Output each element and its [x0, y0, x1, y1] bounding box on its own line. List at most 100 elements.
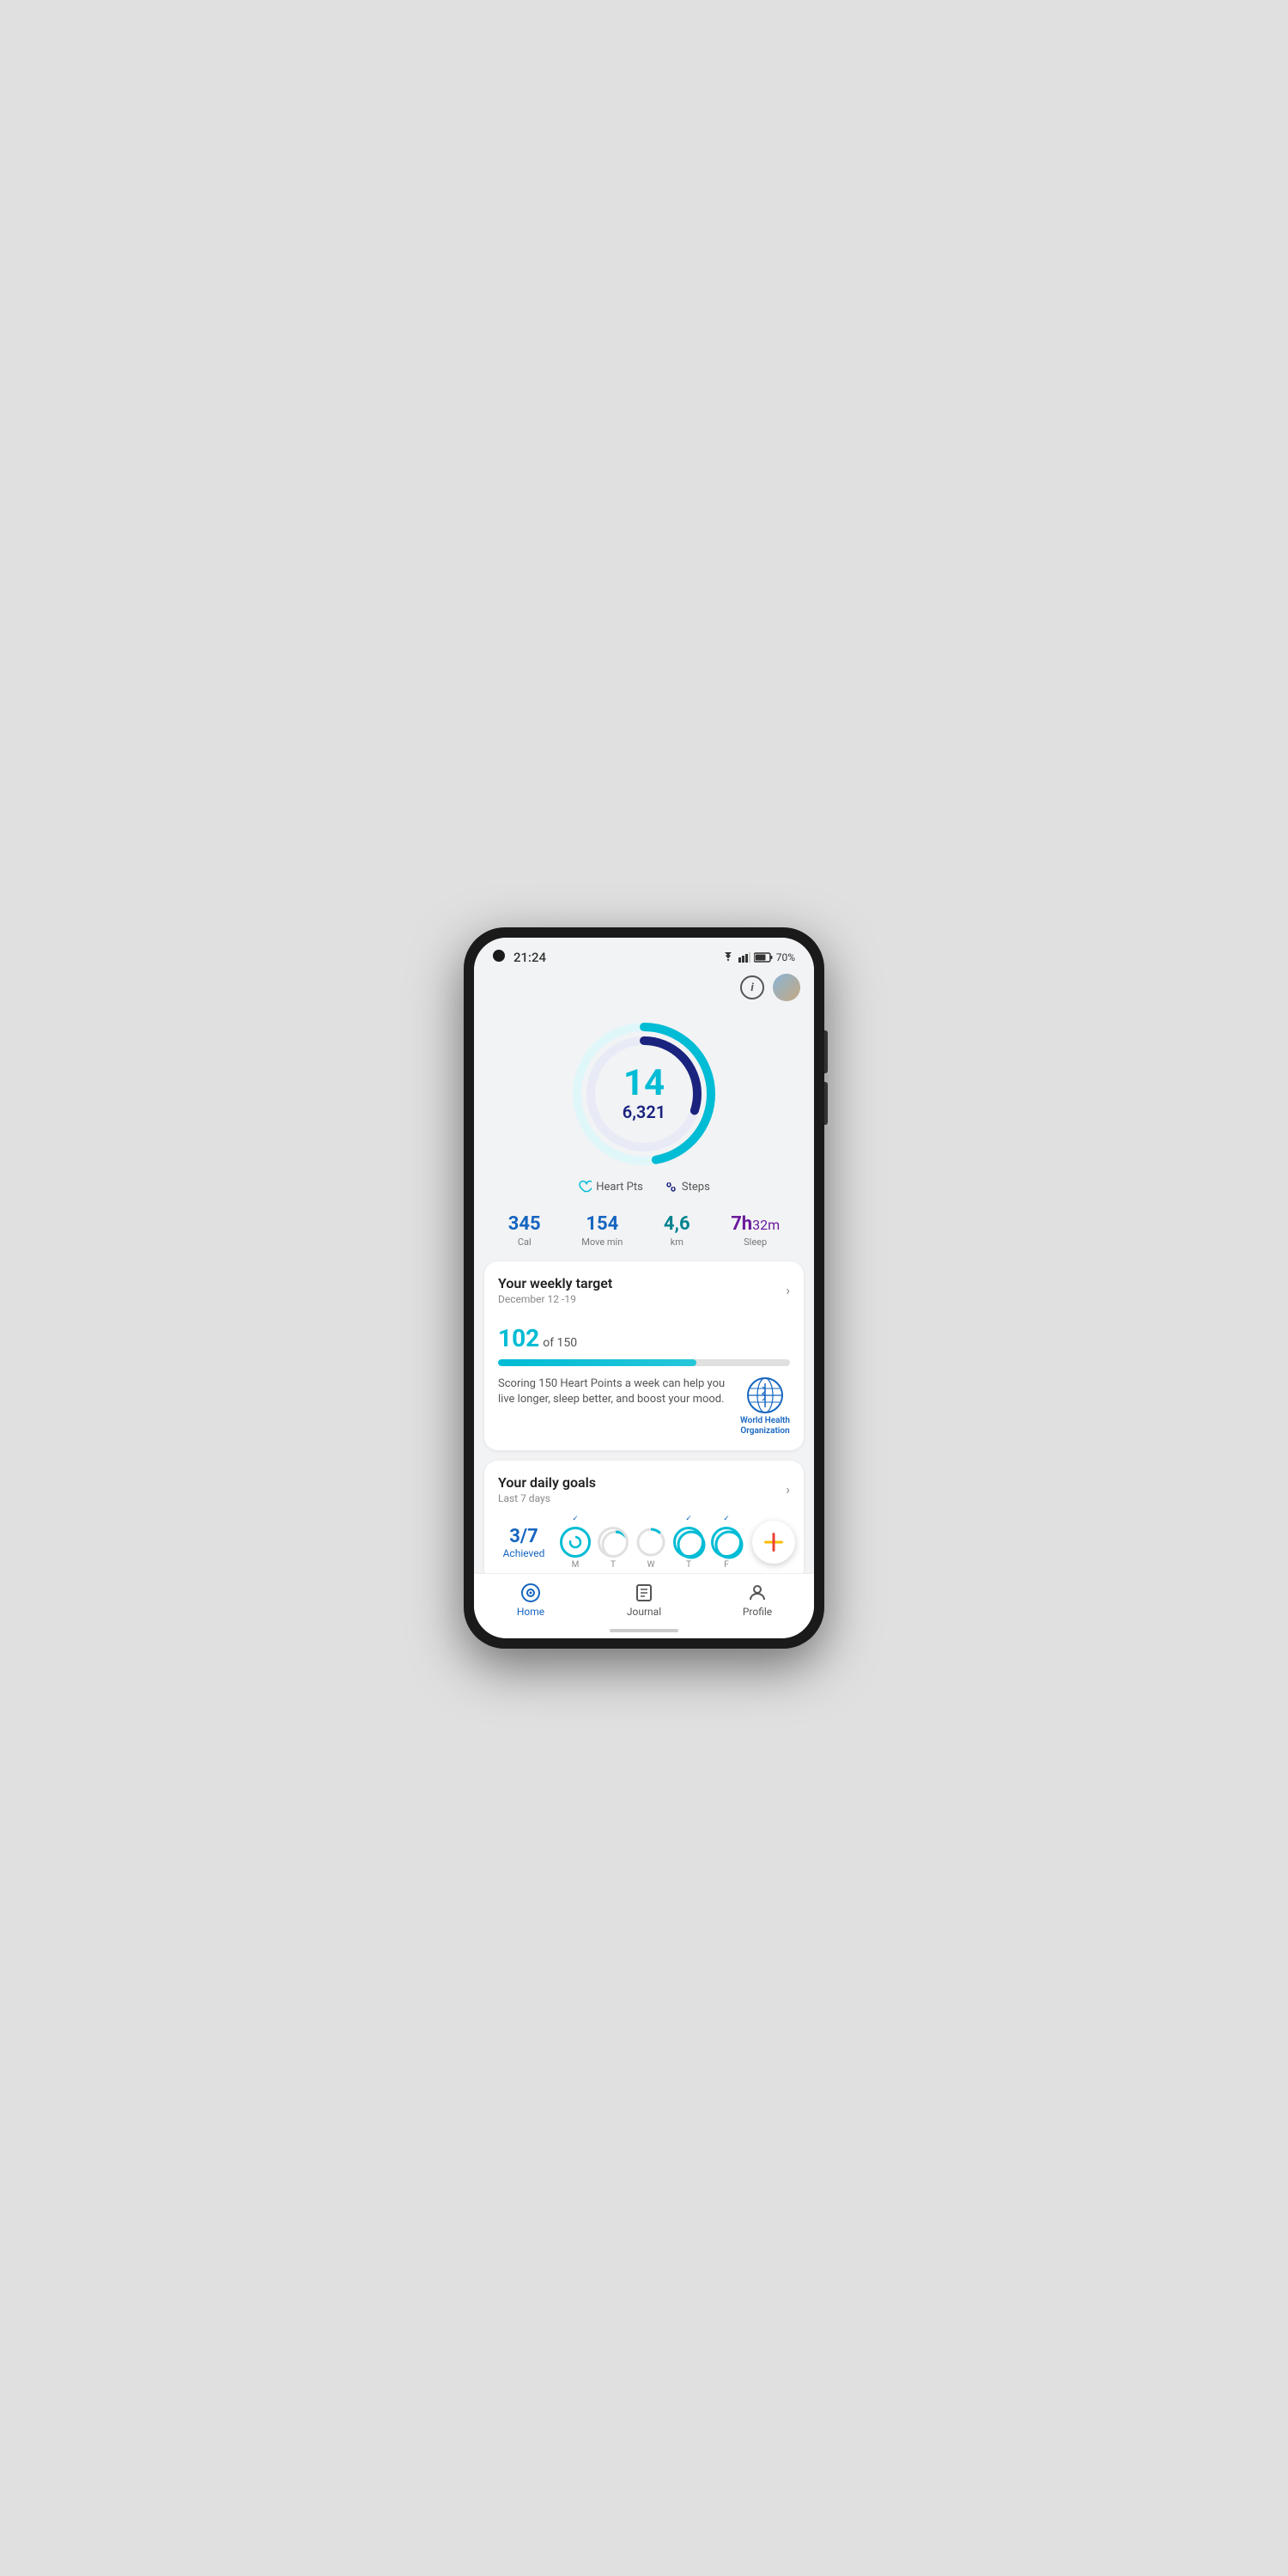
journal-icon [634, 1583, 654, 1603]
home-icon [520, 1583, 541, 1603]
add-activity-fab[interactable] [752, 1521, 795, 1564]
goals-achieved: 3/7 Achieved [498, 1526, 550, 1559]
day-label-t1: T [611, 1560, 616, 1570]
weekly-target-header: Your weekly target December 12 -19 › [498, 1275, 790, 1305]
weekly-target-title-group: Your weekly target December 12 -19 [498, 1275, 612, 1305]
day-label-w: W [647, 1560, 655, 1570]
who-logo: World HealthOrganization [740, 1376, 790, 1437]
weekly-target-title: Your weekly target [498, 1275, 612, 1291]
day-t2-arc [676, 1529, 707, 1560]
target-description: Scoring 150 Heart Points a week can help… [498, 1376, 730, 1407]
phone-screen: 21:24 [474, 938, 814, 1638]
daily-goals-card[interactable]: Your daily goals Last 7 days › 3/7 Achie… [484, 1461, 804, 1573]
who-text: World HealthOrganization [740, 1416, 790, 1437]
heart-pts-label: Heart Pts [596, 1181, 643, 1194]
day-m-arc [568, 1535, 582, 1549]
move-min-label: Move min [581, 1236, 623, 1248]
weekly-target-card[interactable]: Your weekly target December 12 -19 › 102… [484, 1261, 804, 1450]
day-circle-w [635, 1527, 666, 1558]
sleep-stat[interactable]: 7h32m Sleep [731, 1214, 780, 1248]
check-t2: ✓ [685, 1515, 692, 1523]
info-button[interactable]: i [740, 975, 764, 999]
home-indicator [474, 1623, 814, 1638]
home-bar [610, 1629, 678, 1632]
day-circle-m [560, 1527, 591, 1558]
target-current: 102 [498, 1324, 539, 1352]
steps-label: Steps [682, 1181, 710, 1194]
check-f: ✓ [723, 1515, 730, 1523]
daily-goals-title: Your daily goals [498, 1474, 596, 1491]
nav-profile[interactable]: Profile [701, 1583, 814, 1618]
day-f: ✓ F [711, 1515, 742, 1570]
day-f-arc [714, 1529, 744, 1560]
target-footer: Scoring 150 Heart Points a week can help… [498, 1376, 790, 1437]
day-m: ✓ M [560, 1515, 591, 1570]
sleep-h: 7h [731, 1213, 752, 1235]
steps-value: 6,321 [623, 1102, 665, 1122]
day-circle-t1 [598, 1527, 629, 1558]
km-label: km [664, 1236, 690, 1248]
day-label-m: M [572, 1560, 580, 1570]
ring-center: 14 6,321 [623, 1066, 665, 1122]
weekly-target-chevron: › [786, 1282, 790, 1298]
sleep-label: Sleep [731, 1236, 780, 1248]
target-of: of 150 [543, 1336, 577, 1350]
progress-bar-fill [498, 1359, 696, 1366]
stats-row: 345 Cal 154 Move min 4,6 km 7h32m Sleep [474, 1207, 814, 1261]
heart-icon [578, 1180, 592, 1194]
status-time: 21:24 [513, 950, 546, 965]
side-button-2 [824, 1082, 828, 1125]
plus-icon [764, 1533, 783, 1552]
battery-icon [754, 952, 773, 963]
heart-pts-legend: Heart Pts [578, 1180, 643, 1194]
home-label: Home [517, 1606, 544, 1618]
day-t1: ✓ T [598, 1515, 629, 1570]
calories-stat[interactable]: 345 Cal [508, 1214, 541, 1248]
profile-icon [747, 1583, 768, 1603]
day-w-arc [635, 1527, 666, 1558]
move-min-stat[interactable]: 154 Move min [581, 1214, 623, 1248]
ring-chart[interactable]: 14 6,321 [567, 1017, 721, 1171]
main-scroll[interactable]: 14 6,321 Heart Pts [474, 1008, 814, 1573]
profile-label: Profile [743, 1606, 772, 1618]
daily-goals-chevron: › [786, 1481, 790, 1498]
nav-journal[interactable]: Journal [587, 1583, 701, 1618]
battery-pct: 70% [776, 951, 795, 963]
phone-frame: 21:24 [464, 927, 824, 1649]
goals-num: 3/7 [498, 1526, 550, 1547]
km-value: 4,6 [664, 1214, 690, 1235]
check-m: ✓ [572, 1515, 579, 1523]
sleep-m: 32m [752, 1217, 780, 1233]
camera-hole [493, 950, 505, 962]
km-stat[interactable]: 4,6 km [664, 1214, 690, 1248]
signal-icon [738, 952, 750, 963]
day-label-t2: T [686, 1560, 691, 1570]
day-circle-t2 [673, 1527, 704, 1558]
daily-goals-title-group: Your daily goals Last 7 days [498, 1474, 596, 1504]
who-icon [746, 1376, 784, 1414]
bottom-nav: Home Journal Profile [474, 1573, 814, 1623]
status-bar: 21:24 [474, 938, 814, 970]
day-circle-f [711, 1527, 742, 1558]
daily-goals-subtitle: Last 7 days [498, 1492, 596, 1504]
wifi-icon [721, 952, 735, 963]
calories-value: 345 [508, 1214, 541, 1235]
steps-icon [664, 1180, 677, 1194]
progress-bar-bg [498, 1359, 790, 1366]
app-header: i [474, 970, 814, 1008]
ring-legend: Heart Pts Steps [578, 1180, 710, 1194]
sleep-value: 7h32m [731, 1214, 780, 1235]
ring-container: 14 6,321 Heart Pts [474, 1008, 814, 1207]
day-circles: ✓ M ✓ [560, 1515, 742, 1570]
target-progress-label: 102 of 150 [498, 1314, 790, 1352]
day-t1-arc [600, 1529, 629, 1558]
move-min-value: 154 [581, 1214, 623, 1235]
weekly-target-subtitle: December 12 -19 [498, 1293, 612, 1305]
avatar[interactable] [773, 974, 800, 1001]
side-button [824, 1030, 828, 1073]
day-w: ✓ W [635, 1515, 666, 1570]
journal-label: Journal [627, 1606, 661, 1618]
heart-pts-value: 14 [623, 1066, 665, 1102]
day-label-f: F [724, 1560, 729, 1570]
nav-home[interactable]: Home [474, 1583, 587, 1618]
